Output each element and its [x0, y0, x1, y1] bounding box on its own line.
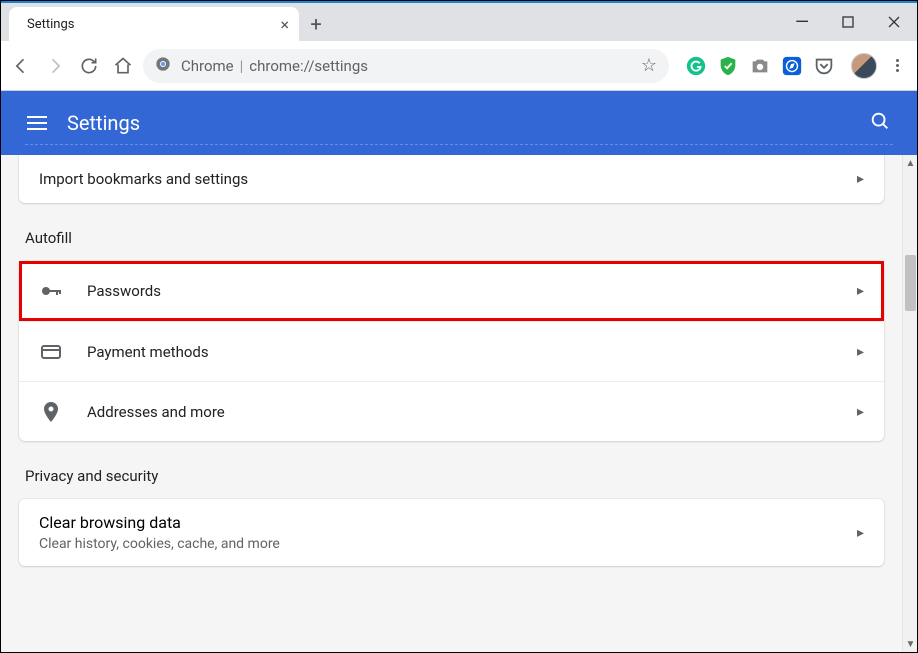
chevron-right-icon: ▸ — [857, 283, 864, 299]
autofill-card: Passwords ▸ Payment methods ▸ Addresses … — [19, 261, 884, 441]
location-pin-icon — [39, 400, 63, 424]
scroll-thumb[interactable] — [905, 255, 916, 311]
clear-browsing-sub: Clear history, cookies, cache, and more — [39, 536, 280, 552]
clear-browsing-texts: Clear browsing data Clear history, cooki… — [39, 513, 280, 552]
chrome-menu-button[interactable] — [887, 56, 907, 76]
browser-toolbar: Chrome | chrome://settings ☆ — [1, 41, 917, 91]
nav-buttons — [11, 56, 133, 76]
omnibox-separator: | — [240, 57, 244, 75]
passwords-row[interactable]: Passwords ▸ — [19, 261, 884, 321]
key-icon — [39, 279, 63, 303]
shield-icon[interactable] — [717, 55, 739, 77]
settings-content: Import bookmarks and settings ▸ Autofill… — [1, 155, 902, 652]
window-close-button[interactable] — [871, 3, 917, 41]
browser-tab-settings[interactable]: Settings × — [9, 7, 299, 41]
omnibox-url: chrome://settings — [249, 57, 368, 75]
clear-browsing-data-row[interactable]: Clear browsing data Clear history, cooki… — [19, 499, 884, 566]
back-button[interactable] — [11, 56, 31, 76]
chevron-right-icon: ▸ — [857, 344, 864, 360]
tab-close-icon[interactable]: × — [280, 15, 289, 34]
tab-title: Settings — [27, 17, 74, 32]
address-bar[interactable]: Chrome | chrome://settings ☆ — [143, 49, 669, 83]
omnibox-prefix: Chrome — [181, 57, 234, 75]
compass-icon[interactable] — [781, 55, 803, 77]
payment-methods-label: Payment methods — [87, 343, 209, 361]
pocket-icon[interactable] — [813, 55, 835, 77]
scroll-down-arrow[interactable]: ▼ — [903, 636, 918, 652]
vertical-scrollbar[interactable]: ▲ ▼ — [902, 155, 917, 652]
menu-icon[interactable] — [27, 116, 47, 130]
import-bookmarks-label: Import bookmarks and settings — [39, 170, 248, 188]
chevron-right-icon: ▸ — [857, 404, 864, 420]
window-controls: — — [779, 3, 917, 41]
window-minimize-button[interactable]: — — [779, 3, 825, 41]
import-card: Import bookmarks and settings ▸ — [19, 155, 884, 203]
settings-title: Settings — [67, 111, 140, 135]
chevron-right-icon: ▸ — [857, 525, 864, 541]
addresses-row[interactable]: Addresses and more ▸ — [19, 381, 884, 441]
home-button[interactable] — [113, 56, 133, 76]
autofill-section-title: Autofill — [25, 229, 884, 247]
import-bookmarks-row[interactable]: Import bookmarks and settings ▸ — [19, 155, 884, 203]
new-tab-button[interactable]: + — [299, 7, 333, 41]
site-info-icon[interactable] — [155, 56, 171, 76]
addresses-label: Addresses and more — [87, 403, 225, 421]
search-icon[interactable] — [869, 110, 891, 136]
tab-strip: Settings × + — [1, 3, 333, 41]
clear-browsing-title: Clear browsing data — [39, 513, 280, 532]
window-maximize-button[interactable] — [825, 3, 871, 41]
credit-card-icon — [39, 340, 63, 364]
camera-icon[interactable] — [749, 55, 771, 77]
chevron-right-icon: ▸ — [857, 171, 864, 187]
settings-header: Settings — [1, 91, 917, 155]
payment-methods-row[interactable]: Payment methods ▸ — [19, 321, 884, 381]
privacy-card: Clear browsing data Clear history, cooki… — [19, 499, 884, 566]
privacy-section-title: Privacy and security — [25, 467, 884, 485]
content-viewport: Import bookmarks and settings ▸ Autofill… — [1, 155, 917, 652]
grammarly-icon[interactable] — [685, 55, 707, 77]
passwords-label: Passwords — [87, 282, 161, 300]
address-text: Chrome | chrome://settings — [181, 57, 368, 75]
forward-button — [45, 56, 65, 76]
reload-button[interactable] — [79, 56, 99, 76]
titlebar: Settings × + — — [1, 1, 917, 41]
profile-avatar[interactable] — [851, 53, 877, 79]
extension-icons — [679, 55, 841, 77]
bookmark-star-icon[interactable]: ☆ — [641, 55, 657, 76]
scroll-up-arrow[interactable]: ▲ — [903, 155, 918, 171]
